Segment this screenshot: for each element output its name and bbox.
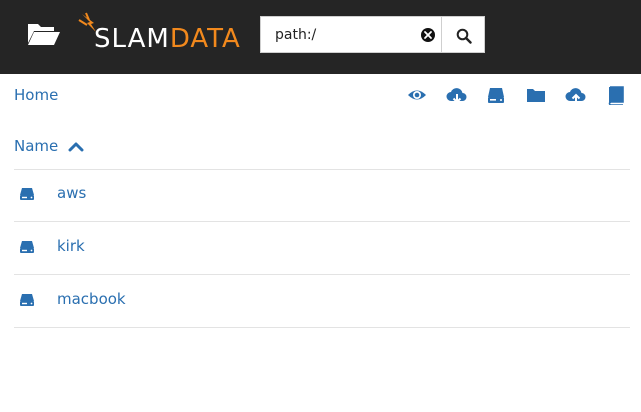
list-item-label: aws	[57, 184, 87, 202]
cloud-download-icon[interactable]	[446, 85, 468, 107]
chevron-up-icon	[68, 142, 84, 152]
hdd-icon	[20, 241, 34, 253]
logo-text-slam: SLAM	[94, 24, 170, 54]
list-item[interactable]: kirk	[14, 222, 630, 274]
logo-text: SLAMDATA	[94, 26, 241, 52]
hdd-icon	[20, 294, 34, 306]
search-button[interactable]	[441, 16, 485, 53]
top-bar: SLAMDATA	[0, 0, 641, 74]
times-circle-icon[interactable]	[420, 27, 436, 43]
search-input[interactable]	[261, 17, 415, 52]
list-item-label: kirk	[57, 237, 85, 255]
cloud-upload-icon[interactable]	[565, 85, 587, 107]
name-sort-header[interactable]: Name	[14, 137, 84, 155]
folder-icon[interactable]	[526, 85, 548, 107]
breadcrumb-home[interactable]: Home	[14, 86, 58, 104]
eye-icon[interactable]	[407, 85, 429, 107]
list-item-label: macbook	[57, 290, 126, 308]
book-icon[interactable]	[606, 85, 628, 107]
search-icon	[456, 28, 472, 44]
search-box	[260, 16, 442, 53]
folder-open-icon[interactable]	[26, 19, 62, 51]
hdd-icon	[20, 188, 34, 200]
hdd-icon[interactable]	[486, 85, 508, 107]
logo-text-data: DATA	[169, 24, 241, 54]
list-item[interactable]: macbook	[14, 275, 630, 327]
name-sort-label: Name	[14, 137, 59, 155]
row-divider	[14, 327, 630, 328]
list-item[interactable]: aws	[14, 169, 630, 221]
